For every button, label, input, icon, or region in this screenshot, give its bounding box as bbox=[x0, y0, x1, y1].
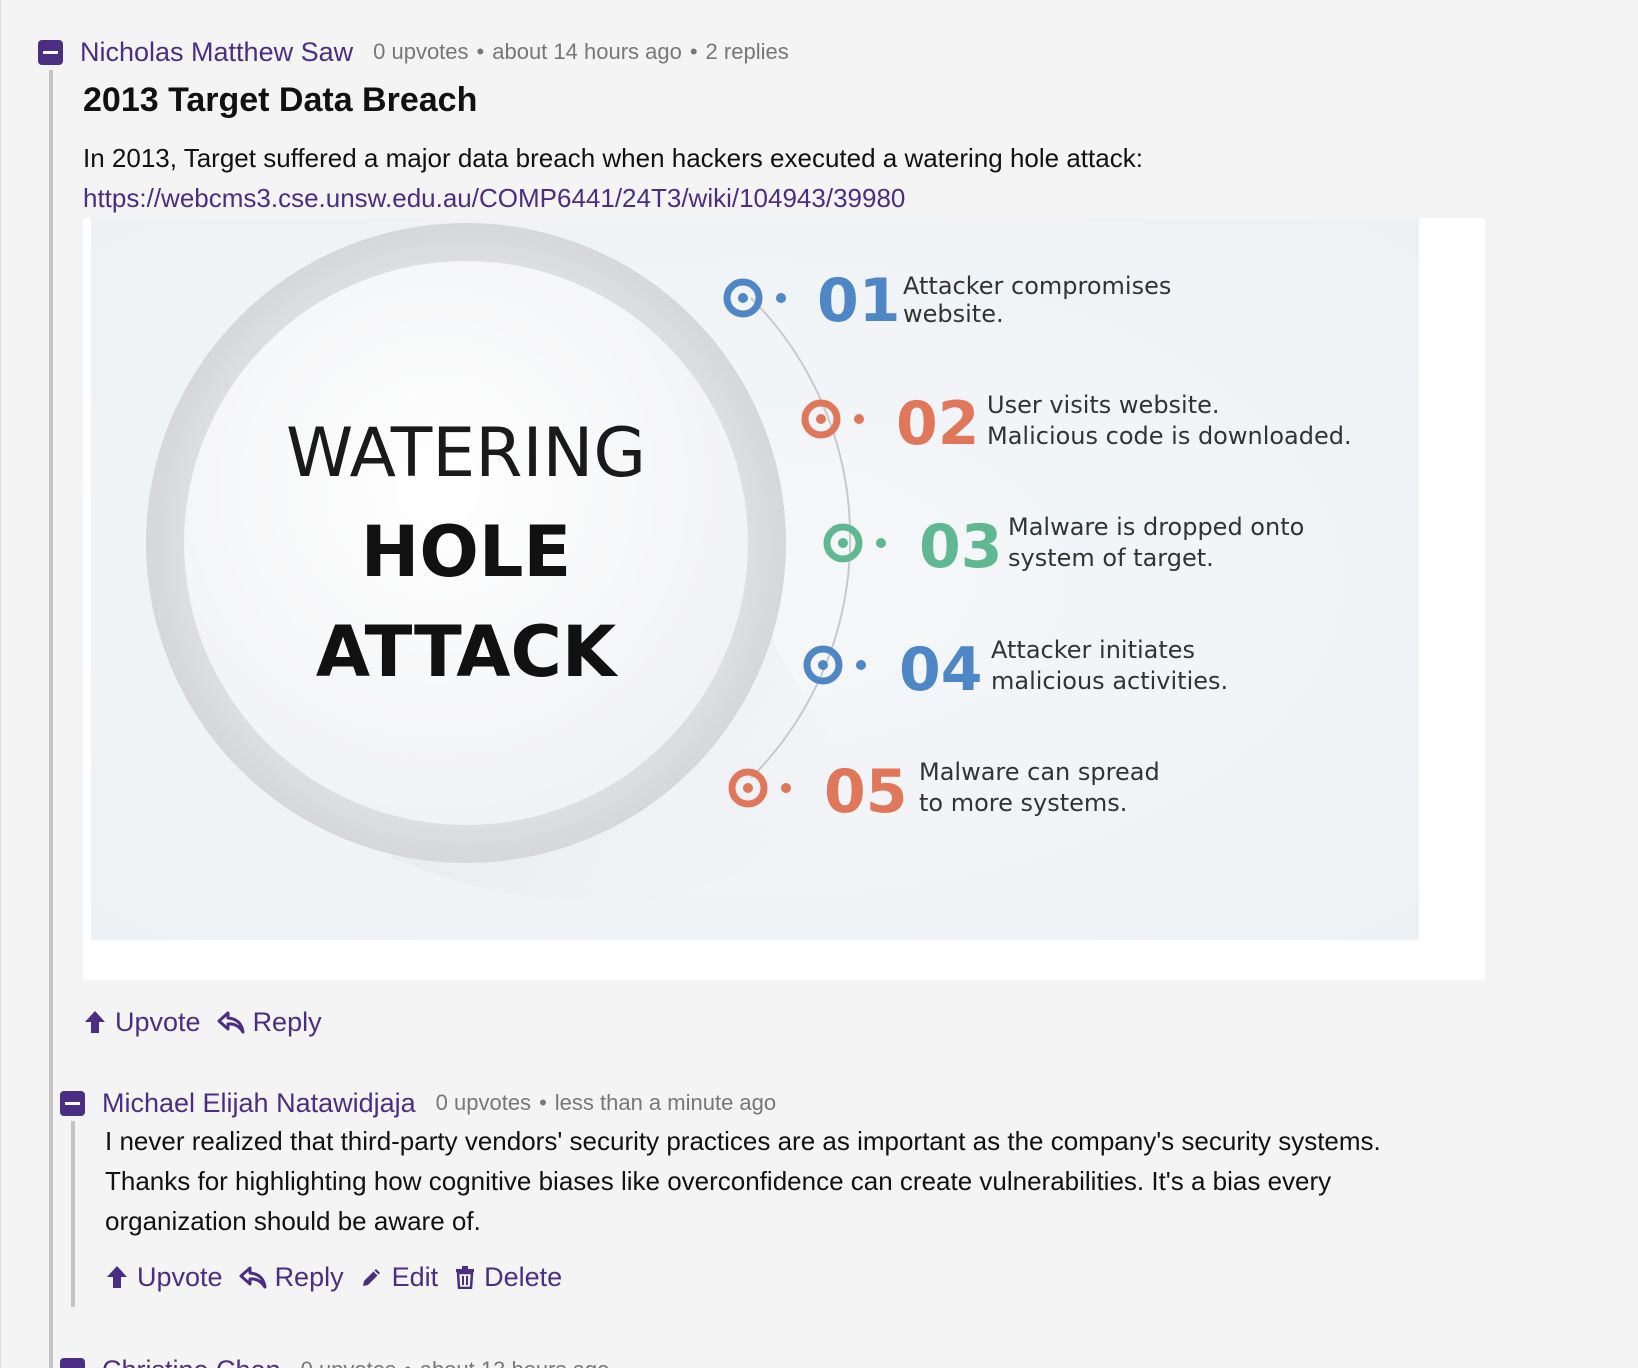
upvote-label: Upvote bbox=[137, 1261, 223, 1292]
meta-separator: • bbox=[404, 1357, 412, 1368]
step-number: 01 bbox=[817, 266, 901, 336]
step-node-center bbox=[738, 293, 748, 303]
reply-body-thread: I never realized that third-party vendor… bbox=[71, 1121, 1500, 1307]
reply-meta: 0 upvotes • about 13 hours ago bbox=[301, 1357, 610, 1368]
post-timestamp: about 14 hours ago bbox=[492, 39, 682, 64]
post-upvote-count: 0 upvotes bbox=[373, 39, 469, 64]
arrow-up-icon bbox=[85, 1011, 105, 1033]
step-line2: malicious activities. bbox=[991, 667, 1228, 695]
pencil-icon bbox=[362, 1269, 380, 1286]
page-edge-rule bbox=[0, 0, 1, 1368]
step-line1: Attacker compromises bbox=[903, 272, 1171, 300]
reply-label: Reply bbox=[274, 1261, 344, 1292]
post-meta: 0 upvotes • about 14 hours ago • 2 replies bbox=[373, 39, 789, 65]
upvote-label: Upvote bbox=[115, 1006, 201, 1037]
reply-header: Michael Elijah Natawidjaja 0 upvotes • les… bbox=[60, 1085, 1500, 1121]
reply-actions: Upvote Reply Edit Delete bbox=[105, 1257, 1500, 1297]
post-link[interactable]: https://webcms3.cse.unsw.edu.au/COMP6441… bbox=[83, 178, 905, 218]
step-line1: Attacker initiates bbox=[991, 636, 1195, 664]
meta-separator: • bbox=[539, 1090, 547, 1115]
meta-separator: • bbox=[689, 39, 698, 64]
reply-label: Reply bbox=[252, 1006, 322, 1037]
reply-timestamp: less than a minute ago bbox=[554, 1090, 777, 1115]
meta-separator: • bbox=[476, 39, 485, 64]
watering-hole-infographic: WATERING HOLE ATTACK 01 Attacker comprom… bbox=[91, 218, 1419, 940]
step-node-dot bbox=[876, 538, 886, 548]
step-line2: website. bbox=[903, 300, 1004, 328]
discussion-page: Nicholas Matthew Saw 0 upvotes • about 14 … bbox=[0, 0, 1638, 1368]
reply-comment: Christine Chen 0 upvotes • about 13 hours … bbox=[60, 1352, 1500, 1368]
reply-comment: Michael Elijah Natawidjaja 0 upvotes • les… bbox=[60, 1085, 1500, 1307]
post-text: In 2013, Target suffered a major data br… bbox=[83, 143, 1143, 173]
reply-timestamp: about 13 hours ago bbox=[420, 1357, 610, 1368]
infographic-heading-line2: HOLE bbox=[361, 511, 572, 593]
step-node-center bbox=[816, 414, 826, 424]
step-number: 05 bbox=[824, 757, 908, 827]
step-line2: system of target. bbox=[1008, 544, 1214, 572]
reply-arrow-icon bbox=[239, 1266, 267, 1289]
post-author-link[interactable]: Nicholas Matthew Saw bbox=[80, 37, 353, 68]
step-number: 02 bbox=[896, 389, 980, 459]
step-line1: User visits website. bbox=[987, 391, 1220, 419]
post-image: WATERING HOLE ATTACK 01 Attacker comprom… bbox=[83, 218, 1485, 980]
infographic-heading-line1: WATERING bbox=[286, 414, 646, 493]
reply-button[interactable]: Reply bbox=[217, 1007, 322, 1038]
step-node-center bbox=[743, 783, 753, 793]
step-number: 03 bbox=[919, 512, 1003, 582]
trash-icon bbox=[456, 1266, 475, 1289]
infographic-heading-line3: ATTACK bbox=[316, 611, 619, 693]
post-title: 2013 Target Data Breach bbox=[83, 81, 478, 119]
step-line1: Malware is dropped onto bbox=[1008, 513, 1304, 541]
step-line2: Malicious code is downloaded. bbox=[987, 422, 1352, 450]
step-line2: to more systems. bbox=[919, 789, 1127, 817]
edit-button[interactable]: Edit bbox=[360, 1261, 439, 1293]
step-node-dot bbox=[776, 293, 786, 303]
collapse-icon[interactable] bbox=[60, 1090, 85, 1116]
reply-header: Christine Chen 0 upvotes • about 13 hours … bbox=[60, 1352, 1500, 1368]
reply-upvote-count: 0 upvotes bbox=[435, 1090, 532, 1115]
arrow-up-icon bbox=[107, 1266, 127, 1288]
post-actions: Upvote Reply bbox=[83, 1002, 1598, 1042]
delete-button[interactable]: Delete bbox=[454, 1262, 562, 1293]
step-number: 04 bbox=[899, 635, 983, 705]
reply-meta: 0 upvotes • less than a minute ago bbox=[436, 1090, 776, 1116]
step-node-dot bbox=[854, 414, 864, 424]
post-reply-count: 2 replies bbox=[705, 39, 789, 64]
post-header: Nicholas Matthew Saw 0 upvotes • about 14 … bbox=[38, 34, 1598, 70]
step-node-dot bbox=[781, 783, 791, 793]
step-node-center bbox=[818, 660, 828, 670]
reply-author-link[interactable]: Michael Elijah Natawidjaja bbox=[102, 1088, 416, 1119]
reply-button[interactable]: Reply bbox=[239, 1262, 344, 1293]
upvote-button[interactable]: Upvote bbox=[105, 1262, 223, 1293]
step-node-dot bbox=[856, 660, 866, 670]
collapse-icon[interactable] bbox=[60, 1357, 85, 1368]
reply-arrow-icon bbox=[217, 1011, 245, 1034]
step-line1: Malware can spread bbox=[919, 758, 1160, 786]
reply-text: I never realized that third-party vendor… bbox=[105, 1126, 1381, 1236]
reply-author-link[interactable]: Christine Chen bbox=[102, 1355, 281, 1368]
step-node-center bbox=[838, 538, 848, 548]
collapse-icon[interactable] bbox=[38, 39, 63, 65]
edit-label: Edit bbox=[391, 1261, 439, 1292]
delete-label: Delete bbox=[484, 1261, 563, 1292]
reply-upvote-count: 0 upvotes bbox=[301, 1357, 396, 1368]
upvote-button[interactable]: Upvote bbox=[83, 1007, 201, 1038]
